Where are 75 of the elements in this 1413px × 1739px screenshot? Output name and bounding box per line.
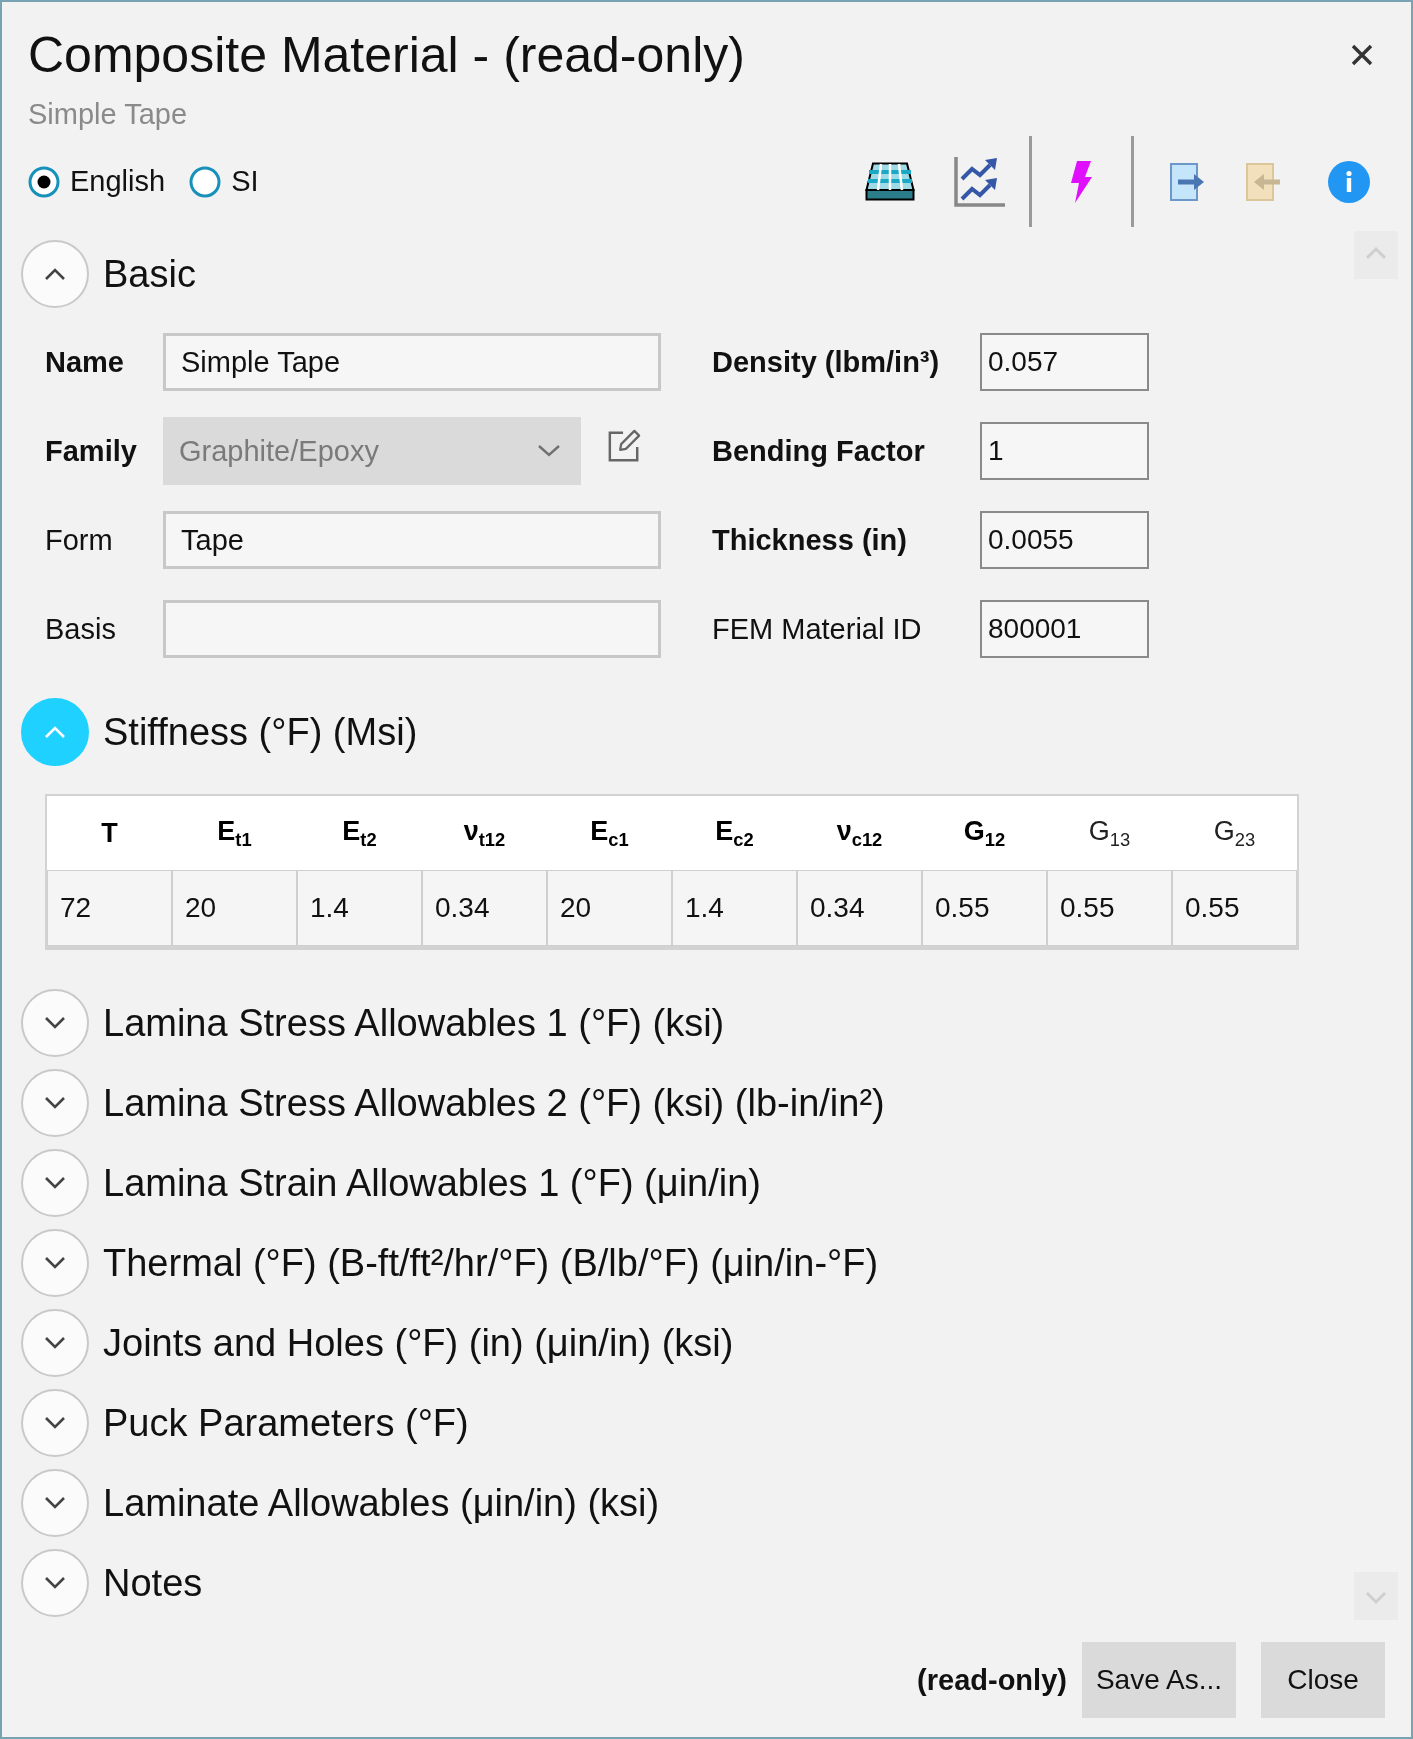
status-label: (read-only) xyxy=(917,1663,1067,1697)
table-cell[interactable]: 0.55 xyxy=(1172,870,1297,946)
field-label: FEM Material ID xyxy=(712,612,923,646)
number-field[interactable]: 800001 xyxy=(980,600,1149,658)
grid-slab-icon[interactable] xyxy=(865,162,915,201)
chevron-down-icon xyxy=(44,1257,66,1269)
scroll-down-icon[interactable] xyxy=(1354,1572,1398,1620)
column-header: E$_{c2}$ xyxy=(714,814,755,852)
chevron-down-icon xyxy=(44,1417,66,1429)
field-label: Bending Factor xyxy=(712,434,926,468)
column-header: ν$_{c12}$ xyxy=(835,814,884,852)
section-title: Notes xyxy=(103,1561,203,1605)
section-title: Laminate Allowables (μin/in) (ksi) xyxy=(103,1481,660,1525)
section-title: Lamina Strain Allowables 1 (°F) (μin/in) xyxy=(103,1161,761,1205)
unit-radio[interactable]: English xyxy=(28,165,166,198)
section-title: Lamina Stress Allowables 2 (°F) (ksi) (lb-in/in²) xyxy=(103,1081,885,1125)
info-icon[interactable] xyxy=(1328,160,1370,203)
section-title: Stiffness (°F) (Msi) xyxy=(103,710,418,754)
number-field[interactable]: 1 xyxy=(980,422,1149,480)
lightning-icon[interactable] xyxy=(1070,160,1092,203)
chevron-down-icon xyxy=(538,445,560,457)
text-field[interactable] xyxy=(163,600,661,658)
chevron-down-icon xyxy=(44,1497,66,1509)
dialog-button[interactable]: Close xyxy=(1261,1642,1385,1718)
field-label: Thickness (in) xyxy=(712,523,908,557)
column-header: ν$_{t12}$ xyxy=(462,814,507,852)
column-header: G$_{23}$ xyxy=(1212,814,1257,852)
chevron-down-icon xyxy=(44,1017,66,1029)
column-header: E$_{c1}$ xyxy=(589,814,630,852)
arrow-right-box-icon[interactable] xyxy=(1170,162,1204,201)
table-cell[interactable]: 0.55 xyxy=(1047,870,1172,946)
field-label: Density (lbm/in³) xyxy=(712,345,941,379)
column-header: E$_{t1}$ xyxy=(216,814,253,852)
radio-selected-icon[interactable] xyxy=(28,165,60,198)
number-field[interactable]: 0.0055 xyxy=(980,511,1149,569)
chevron-up-icon xyxy=(44,726,66,738)
section-title: Puck Parameters (°F) xyxy=(103,1401,469,1445)
text-field[interactable]: Tape xyxy=(163,511,661,569)
section-title: Thermal (°F) (B-ft/ft²/hr/°F) (B/lb/°F) (μin/in-°F) xyxy=(103,1241,879,1285)
unit-radio[interactable]: SI xyxy=(189,165,259,198)
section-title: Lamina Stress Allowables 1 (°F) (ksi) xyxy=(103,1001,725,1045)
column-header: G$_{13}$ xyxy=(1087,814,1132,852)
field-label: Form xyxy=(45,523,114,557)
column-header: E$_{t2}$ xyxy=(341,814,378,852)
section-title: Joints and Holes (°F) (in) (μin/in) (ksi) xyxy=(103,1321,734,1365)
table-cell[interactable]: 0.34 xyxy=(422,870,547,946)
arrow-left-box-icon[interactable] xyxy=(1246,162,1280,201)
field-label: Basis xyxy=(45,612,117,646)
chevron-down-icon xyxy=(44,1577,66,1589)
table-cell[interactable]: 1.4 xyxy=(297,870,422,946)
close-icon[interactable] xyxy=(1350,43,1374,67)
dialog-button[interactable]: Save As... xyxy=(1081,1642,1236,1718)
window-title: Composite Material - (read-only) xyxy=(28,26,746,85)
chevron-down-icon xyxy=(44,1177,66,1189)
trend-chart-icon[interactable] xyxy=(954,156,1005,207)
section-title: Basic xyxy=(103,252,196,296)
chevron-up-icon xyxy=(44,268,66,280)
table-cell[interactable]: 0.55 xyxy=(922,870,1047,946)
scroll-up-icon[interactable] xyxy=(1354,231,1398,279)
field-label: Name xyxy=(45,345,125,379)
field-label: Family xyxy=(45,434,138,468)
window-subtitle: Simple Tape xyxy=(27,97,189,131)
number-field[interactable]: 0.057 xyxy=(980,333,1149,391)
table-cell[interactable]: 0.34 xyxy=(797,870,922,946)
table-cell[interactable]: 20 xyxy=(547,870,672,946)
column-header: T xyxy=(100,816,119,850)
chevron-down-icon xyxy=(44,1337,66,1349)
text-field[interactable]: Simple Tape xyxy=(163,333,661,391)
table-cell[interactable]: 20 xyxy=(172,870,297,946)
chevron-down-icon xyxy=(44,1097,66,1109)
column-header: G$_{12}$ xyxy=(962,814,1007,852)
edit-icon[interactable] xyxy=(607,429,641,463)
table-cell[interactable]: 72 xyxy=(47,870,172,946)
table-cell[interactable]: 1.4 xyxy=(672,870,797,946)
radio-icon[interactable] xyxy=(189,165,222,198)
